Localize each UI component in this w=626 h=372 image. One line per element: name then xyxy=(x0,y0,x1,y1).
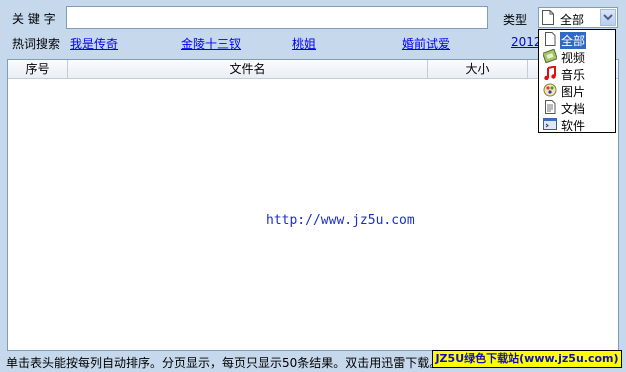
type-option-image[interactable]: 图片 xyxy=(540,82,614,99)
column-header-size[interactable]: 大小 xyxy=(428,60,528,79)
type-option-document[interactable]: 文档 xyxy=(540,99,614,116)
type-option-software[interactable]: 软件 xyxy=(540,116,614,133)
type-option-label: 图片 xyxy=(561,85,586,99)
type-select-value: 全部 xyxy=(560,13,585,27)
type-option-all[interactable]: 全部 xyxy=(540,31,614,49)
chevron-down-icon xyxy=(603,14,613,21)
type-option-label: 文档 xyxy=(561,102,586,116)
watermark-url: http://www.jz5u.com xyxy=(266,213,415,228)
document-icon xyxy=(545,32,556,46)
type-option-video[interactable]: 视频 xyxy=(540,48,614,65)
document-icon xyxy=(542,10,554,25)
hot-link-5[interactable]: 2012 xyxy=(511,35,542,49)
site-badge: JZ5U绿色下载站(www.jz5u.com) xyxy=(432,350,622,368)
software-icon xyxy=(543,118,557,130)
type-option-label: 音乐 xyxy=(561,68,586,82)
search-input[interactable] xyxy=(66,6,488,29)
type-option-label: 视频 xyxy=(561,51,586,65)
hot-link-1[interactable]: 我是传奇 xyxy=(70,35,118,52)
keyword-label: 关 键 字 xyxy=(12,12,56,26)
results-table[interactable]: 序号 文件名 大小 xyxy=(7,59,619,351)
type-option-music[interactable]: 音乐 xyxy=(540,65,614,82)
image-icon xyxy=(543,83,557,97)
status-text: 单击表头能按每列自动排序。分页显示，每页只显示50条结果。双击用迅雷下载。 xyxy=(6,356,442,370)
type-dropdown-list[interactable]: 全部 视频 音乐 图片 文档 软件 xyxy=(538,29,616,133)
hot-link-2[interactable]: 金陵十三钗 xyxy=(181,35,241,52)
hot-words-label: 热词搜索 xyxy=(12,37,61,51)
column-header-filename[interactable]: 文件名 xyxy=(68,60,428,79)
type-option-label: 软件 xyxy=(561,119,586,133)
hot-link-4[interactable]: 婚前试爱 xyxy=(402,35,450,52)
type-label: 类型 xyxy=(503,13,528,27)
music-note-icon xyxy=(544,66,556,80)
text-document-icon xyxy=(545,100,556,114)
column-header-index[interactable]: 序号 xyxy=(8,60,68,79)
hot-link-3[interactable]: 桃姐 xyxy=(292,35,316,52)
video-icon xyxy=(543,49,557,63)
type-select[interactable]: 全部 xyxy=(538,7,618,28)
dropdown-arrow-button[interactable] xyxy=(600,9,616,26)
type-option-label: 全部 xyxy=(560,32,587,49)
